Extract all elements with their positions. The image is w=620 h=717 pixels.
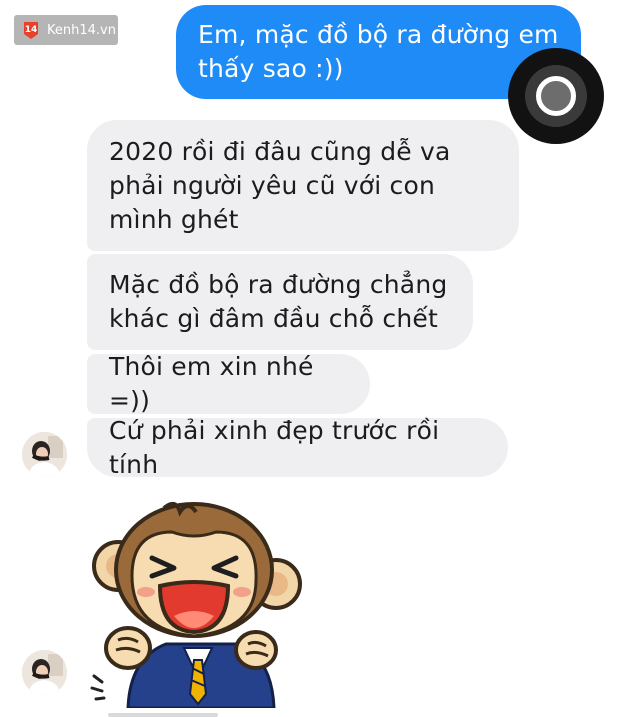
received-message-text: Cứ phải xinh đẹp trước rồi tính [109, 415, 440, 479]
assistive-touch-button[interactable] [508, 48, 604, 144]
watermark-text: Kenh14.vn [47, 22, 116, 38]
assistive-touch-ring [525, 65, 587, 127]
laughing-monkey-sticker-icon[interactable] [88, 498, 308, 708]
received-message-text: Mặc đồ bộ ra đường chẳng khác gì đâm đầu… [109, 270, 448, 333]
received-message-bubble[interactable]: Cứ phải xinh đẹp trước rồi tính [87, 416, 508, 479]
next-message-edge [108, 713, 218, 717]
contact-avatar[interactable] [22, 432, 67, 477]
kenh14-logo-icon: 14 [24, 22, 38, 39]
received-message-text: Thôi em xin nhé =)) [109, 352, 314, 415]
received-message-bubble[interactable]: Thôi em xin nhé =)) [87, 352, 370, 415]
assistive-touch-icon [536, 76, 576, 116]
received-message-bubble[interactable]: 2020 rồi đi đâu cũng dễ va phải người yê… [87, 120, 519, 251]
sent-message-text: Em, mặc đồ bộ ra đường em thấy sao :)) [198, 20, 559, 83]
received-message-text: 2020 rồi đi đâu cũng dễ va phải người yê… [109, 136, 451, 234]
contact-avatar-photo [22, 432, 67, 477]
received-message-bubble[interactable]: Mặc đồ bộ ra đường chẳng khác gì đâm đầu… [87, 254, 473, 350]
kenh14-watermark: 14 Kenh14.vn [14, 15, 118, 45]
contact-avatar[interactable] [22, 650, 67, 695]
kenh14-badge-text: 14 [25, 25, 38, 35]
contact-avatar-photo [22, 650, 67, 695]
